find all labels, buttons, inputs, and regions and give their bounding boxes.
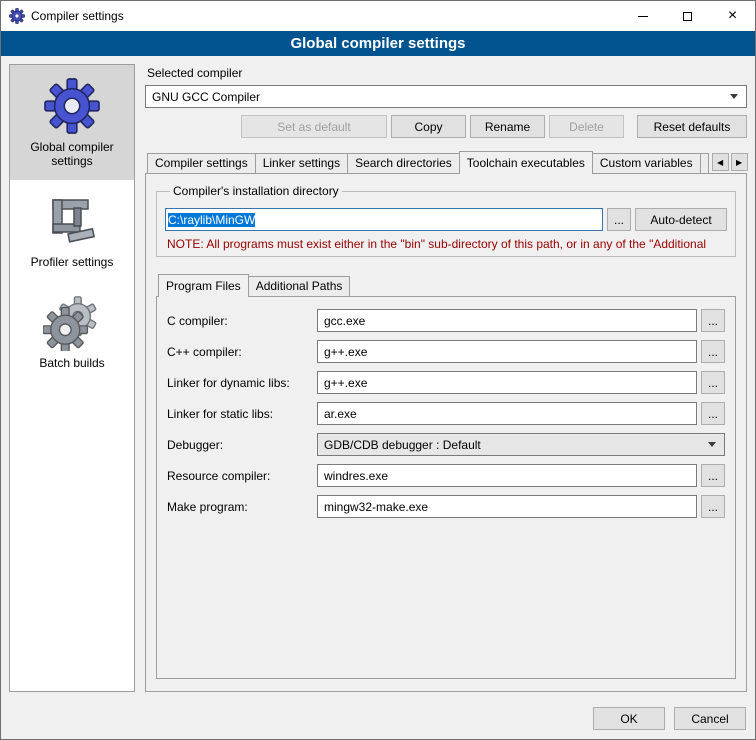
sidebar-item-batch-builds[interactable]: Batch builds — [10, 281, 134, 382]
field-row-dynamic-linker: Linker for dynamic libs: g++.exe ... — [167, 371, 725, 394]
resource-compiler-browse-button[interactable]: ... — [701, 464, 725, 487]
dynamic-linker-input[interactable]: g++.exe — [317, 371, 697, 394]
tab-scroll-right-button[interactable]: ▶ — [731, 153, 748, 171]
installation-directory-group: Compiler's installation directory C:\ray… — [156, 184, 736, 257]
debugger-label: Debugger: — [167, 438, 317, 452]
program-files-tabstrip: Program Files Additional Paths — [156, 274, 736, 296]
field-row-make-program: Make program: mingw32-make.exe ... — [167, 495, 725, 518]
dynamic-linker-browse-button[interactable]: ... — [701, 371, 725, 394]
field-row-cpp-compiler: C++ compiler: g++.exe ... — [167, 340, 725, 363]
minimize-icon — [638, 16, 648, 17]
sidebar-item-label: Batch builds — [39, 356, 104, 370]
dialog-content: Global compiler settings Profiler set — [1, 56, 755, 700]
make-program-browse-button[interactable]: ... — [701, 495, 725, 518]
cpp-compiler-label: C++ compiler: — [167, 345, 317, 359]
installation-directory-browse-button[interactable]: ... — [607, 208, 631, 231]
sidebar-item-global-compiler-settings[interactable]: Global compiler settings — [10, 65, 134, 180]
installation-directory-input[interactable]: C:\raylib\MinGW — [165, 208, 603, 231]
arrow-right-icon: ▶ — [736, 158, 742, 167]
dynamic-linker-label: Linker for dynamic libs: — [167, 376, 317, 390]
sidebar-item-label: Global compiler settings — [14, 140, 130, 168]
app-gear-icon — [9, 8, 25, 24]
dialog-footer: OK Cancel — [1, 700, 755, 739]
c-compiler-label: C compiler: — [167, 314, 317, 328]
chevron-down-icon — [730, 94, 738, 99]
tab-scroll-left-button[interactable]: ◀ — [712, 153, 729, 171]
cancel-button[interactable]: Cancel — [674, 707, 746, 730]
make-program-value: mingw32-make.exe — [324, 500, 428, 514]
program-files-panel: C compiler: gcc.exe ... C++ compiler: g+… — [156, 296, 736, 679]
compiler-select[interactable]: GNU GCC Compiler — [145, 85, 747, 108]
resource-compiler-input[interactable]: windres.exe — [317, 464, 697, 487]
tab-search-directories[interactable]: Search directories — [347, 153, 460, 173]
compiler-select-value: GNU GCC Compiler — [152, 90, 260, 104]
gray-gears-icon — [43, 293, 101, 351]
make-program-label: Make program: — [167, 500, 317, 514]
tab-linker-settings[interactable]: Linker settings — [255, 153, 348, 173]
static-linker-input[interactable]: ar.exe — [317, 402, 697, 425]
titlebar: Compiler settings × — [1, 1, 755, 31]
bin-subdirectory-note: NOTE: All programs must exist either in … — [167, 237, 725, 251]
toolchain-tab-panel: Compiler's installation directory C:\ray… — [145, 173, 747, 692]
settings-tabstrip: Compiler settings Linker settings Search… — [145, 151, 747, 173]
minimize-button[interactable] — [620, 1, 665, 31]
main-panel: Selected compiler GNU GCC Compiler Set a… — [145, 64, 747, 692]
dynamic-linker-value: g++.exe — [324, 376, 367, 390]
tab-program-files[interactable]: Program Files — [158, 274, 249, 297]
tab-compiler-settings[interactable]: Compiler settings — [147, 153, 256, 173]
window-controls: × — [620, 1, 755, 31]
static-linker-value: ar.exe — [324, 407, 357, 421]
clamp-icon — [43, 192, 101, 250]
field-row-static-linker: Linker for static libs: ar.exe ... — [167, 402, 725, 425]
selected-text: C:\raylib\MinGW — [168, 213, 255, 227]
installation-directory-row: C:\raylib\MinGW ... Auto-detect — [165, 208, 727, 231]
chevron-down-icon — [708, 442, 716, 447]
maximize-icon — [683, 12, 692, 21]
c-compiler-browse-button[interactable]: ... — [701, 309, 725, 332]
tab-additional-paths[interactable]: Additional Paths — [248, 276, 351, 296]
resource-compiler-value: windres.exe — [324, 469, 388, 483]
cpp-compiler-value: g++.exe — [324, 345, 367, 359]
sidebar-item-profiler-settings[interactable]: Profiler settings — [10, 180, 134, 281]
debugger-select[interactable]: GDB/CDB debugger : Default — [317, 433, 725, 456]
reset-defaults-button[interactable]: Reset defaults — [637, 115, 747, 138]
arrow-left-icon: ◀ — [717, 158, 723, 167]
rename-button[interactable]: Rename — [470, 115, 545, 138]
auto-detect-button[interactable]: Auto-detect — [635, 208, 727, 231]
window-title: Compiler settings — [31, 9, 124, 23]
compiler-buttons: Set as default Copy Rename Delete Reset … — [145, 115, 747, 138]
tab-toolchain-executables[interactable]: Toolchain executables — [459, 151, 593, 174]
ok-button[interactable]: OK — [593, 707, 665, 730]
static-linker-browse-button[interactable]: ... — [701, 402, 725, 425]
compiler-settings-dialog: Compiler settings × Global compiler sett… — [0, 0, 756, 740]
selected-compiler-label: Selected compiler — [147, 66, 747, 80]
field-row-c-compiler: C compiler: gcc.exe ... — [167, 309, 725, 332]
close-icon: × — [728, 7, 737, 25]
cpp-compiler-browse-button[interactable]: ... — [701, 340, 725, 363]
debugger-value: GDB/CDB debugger : Default — [324, 438, 481, 452]
set-as-default-button: Set as default — [241, 115, 387, 138]
delete-button: Delete — [549, 115, 624, 138]
sidebar-item-label: Profiler settings — [31, 255, 114, 269]
settings-sidebar: Global compiler settings Profiler set — [9, 64, 135, 692]
resource-compiler-label: Resource compiler: — [167, 469, 317, 483]
maximize-button[interactable] — [665, 1, 710, 31]
field-row-resource-compiler: Resource compiler: windres.exe ... — [167, 464, 725, 487]
static-linker-label: Linker for static libs: — [167, 407, 317, 421]
tab-custom-variables[interactable]: Custom variables — [592, 153, 701, 173]
page-title: Global compiler settings — [1, 31, 755, 56]
installation-directory-title: Compiler's installation directory — [170, 184, 342, 198]
c-compiler-input[interactable]: gcc.exe — [317, 309, 697, 332]
cpp-compiler-input[interactable]: g++.exe — [317, 340, 697, 363]
close-button[interactable]: × — [710, 1, 755, 31]
field-row-debugger: Debugger: GDB/CDB debugger : Default — [167, 433, 725, 456]
make-program-input[interactable]: mingw32-make.exe — [317, 495, 697, 518]
copy-button[interactable]: Copy — [391, 115, 466, 138]
blue-gear-icon — [43, 77, 101, 135]
tab-scroll-buttons: ◀ ▶ — [708, 153, 748, 171]
c-compiler-value: gcc.exe — [324, 314, 365, 328]
